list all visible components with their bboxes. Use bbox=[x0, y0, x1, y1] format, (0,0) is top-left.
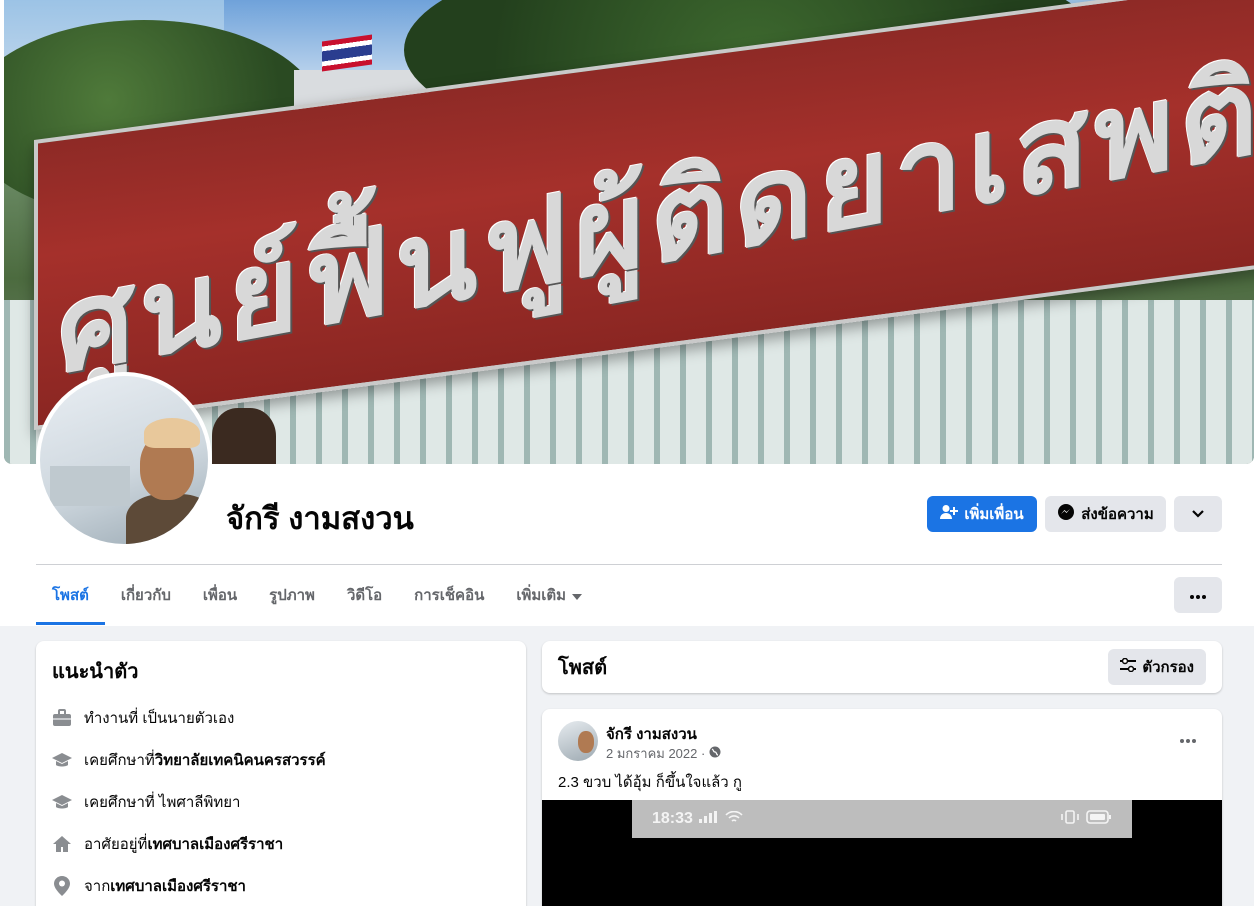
intro-item-education: เคยศึกษาที่ วิทยาลัยเทคนิคนครสวรรค์ bbox=[52, 739, 510, 781]
signal-icon bbox=[698, 810, 719, 828]
add-friend-label: เพิ่มเพื่อน bbox=[964, 506, 1024, 523]
battery-icon bbox=[1086, 809, 1112, 829]
intro-item-education-prefix: เคยศึกษาที่ bbox=[84, 752, 155, 769]
ellipsis-icon bbox=[1180, 730, 1196, 748]
intro-item-from: จาก เทศบาลเมืองศรีราชา bbox=[52, 865, 510, 906]
home-icon bbox=[52, 834, 72, 854]
tab-more[interactable]: เพิ่มเติม bbox=[500, 565, 598, 625]
posts-title: โพสต์ bbox=[558, 657, 608, 679]
graduation-cap-icon bbox=[52, 792, 72, 812]
tab-posts[interactable]: โพสต์ bbox=[36, 565, 105, 625]
profile-name: จักรี งามสงวน bbox=[226, 501, 414, 536]
cover-photo[interactable]: ศูนย์ฟื้นฟูผู้ติดยาเสพติด bbox=[4, 0, 1254, 464]
profile-tabs: โพสต์ เกี่ยวกับ เพื่อน รูปภาพ วิดีโอ การ… bbox=[36, 565, 598, 625]
post-meta: 2 มกราคม 2022 · bbox=[606, 743, 721, 764]
chevron-down-icon bbox=[1191, 506, 1205, 523]
post-date[interactable]: 2 มกราคม 2022 · bbox=[606, 743, 705, 764]
intro-card: แนะนำตัว ทำงานที่ เป็นนายตัวเอง เคยศึกษา… bbox=[36, 641, 526, 906]
ellipsis-icon bbox=[1190, 586, 1206, 604]
wifi-icon bbox=[725, 810, 743, 828]
messenger-icon bbox=[1057, 503, 1075, 525]
filter-label: ตัวกรอง bbox=[1142, 659, 1194, 676]
tabs-more-options-button[interactable] bbox=[1174, 577, 1222, 613]
tab-photos[interactable]: รูปภาพ bbox=[253, 565, 331, 625]
tab-more-label: เพิ่มเติม bbox=[516, 587, 567, 604]
intro-item-from-prefix: จาก bbox=[84, 878, 111, 895]
post-media[interactable]: 18:33 bbox=[542, 800, 1222, 906]
post-card: จักรี งามสงวน 2 มกราคม 2022 · 2.3 ขวบ ได… bbox=[542, 709, 1222, 906]
post-options-button[interactable] bbox=[1170, 727, 1206, 751]
filter-icon bbox=[1120, 657, 1137, 676]
intro-item-work-text: ทำงานที่ เป็นนายตัวเอง bbox=[84, 710, 235, 727]
more-actions-button[interactable] bbox=[1174, 496, 1222, 532]
vibrate-icon bbox=[1060, 809, 1080, 829]
location-pin-icon bbox=[52, 876, 72, 896]
intro-item-lives-in-link[interactable]: เทศบาลเมืองศรีราชา bbox=[147, 832, 283, 856]
profile-avatar[interactable] bbox=[36, 372, 212, 548]
message-label: ส่งข้อความ bbox=[1081, 506, 1154, 523]
status-time: 18:33 bbox=[652, 810, 693, 827]
intro-item-work: ทำงานที่ เป็นนายตัวเอง bbox=[52, 697, 510, 739]
intro-item-lives-in-prefix: อาศัยอยู่ที่ bbox=[84, 836, 148, 853]
phone-status-bar: 18:33 bbox=[632, 800, 1132, 838]
tab-friends[interactable]: เพื่อน bbox=[187, 565, 253, 625]
posts-header-card: โพสต์ ตัวกรอง bbox=[542, 641, 1222, 693]
tab-videos[interactable]: วิดีโอ bbox=[331, 565, 398, 625]
intro-item-school: เคยศึกษาที่ ไพศาลีพิทยา bbox=[52, 781, 510, 823]
post-text: 2.3 ขวบ ได้อุ้ม ก็ขึ้นใจแล้ว กู bbox=[558, 774, 742, 791]
graduation-cap-icon bbox=[52, 750, 72, 770]
intro-item-education-link[interactable]: วิทยาลัยเทคนิคนครสวรรค์ bbox=[155, 748, 326, 772]
message-button[interactable]: ส่งข้อความ bbox=[1045, 496, 1166, 532]
add-friend-icon bbox=[940, 504, 959, 524]
caret-down-icon bbox=[572, 587, 583, 604]
intro-item-school-text: เคยศึกษาที่ ไพศาลีพิทยา bbox=[84, 794, 241, 811]
briefcase-icon bbox=[52, 708, 72, 728]
post-author-avatar[interactable] bbox=[558, 721, 598, 761]
intro-item-lives-in: อาศัยอยู่ที่ เทศบาลเมืองศรีราชา bbox=[52, 823, 510, 865]
intro-item-from-link[interactable]: เทศบาลเมืองศรีราชา bbox=[110, 874, 246, 898]
add-friend-button[interactable]: เพิ่มเพื่อน bbox=[927, 496, 1037, 532]
tab-about[interactable]: เกี่ยวกับ bbox=[105, 565, 187, 625]
globe-icon bbox=[709, 746, 721, 761]
filter-button[interactable]: ตัวกรอง bbox=[1108, 649, 1206, 685]
intro-title: แนะนำตัว bbox=[52, 661, 139, 683]
tab-checkins[interactable]: การเช็คอิน bbox=[398, 565, 500, 625]
